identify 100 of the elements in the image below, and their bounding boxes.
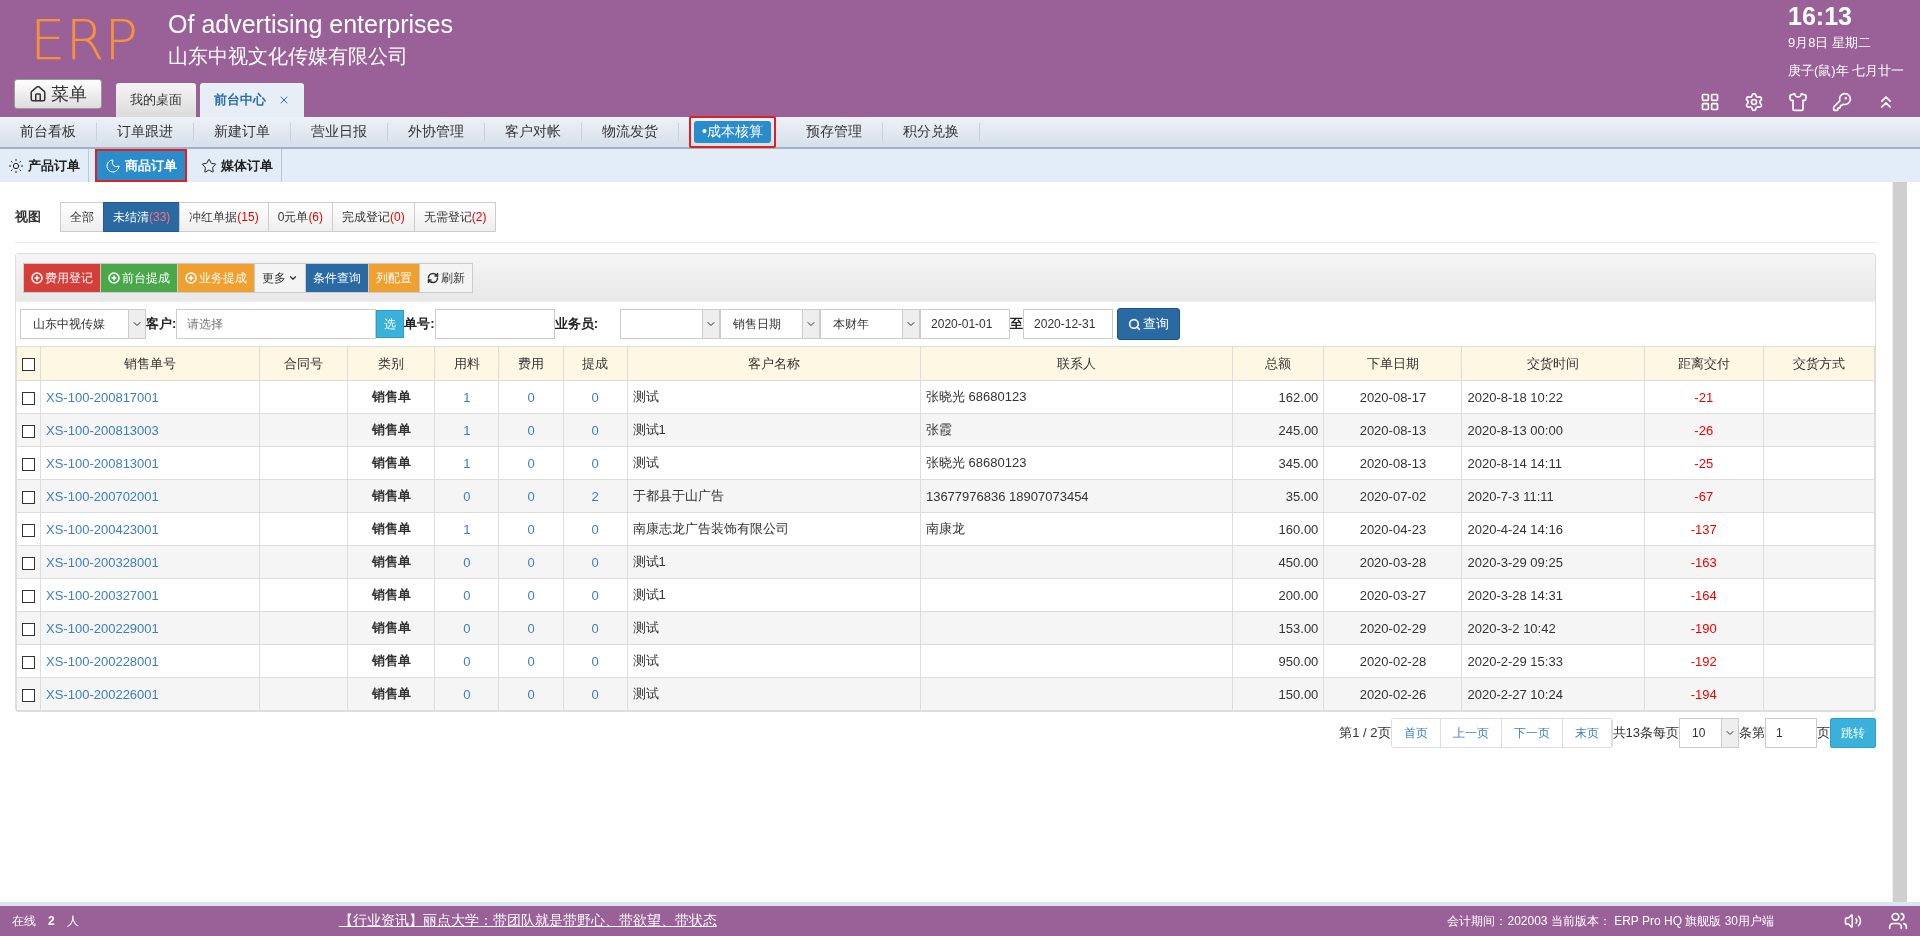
column-header[interactable]: 联系人 [920,346,1233,381]
count-link[interactable]: 0 [527,587,535,603]
toolbar-button[interactable]: 更多 [254,263,306,293]
sub-tab[interactable]: 媒体订单 [193,149,282,182]
page-number-field[interactable]: 1 [1765,718,1817,748]
count-link[interactable]: 0 [591,422,599,438]
date-type-select[interactable]: 销售日期 [720,309,821,339]
count-link[interactable]: 0 [463,620,471,636]
count-link[interactable]: 0 [591,554,599,570]
count-link[interactable]: 0 [463,554,471,570]
count-link[interactable]: 0 [527,521,535,537]
column-header[interactable]: 销售单号 [40,346,260,381]
column-header[interactable]: 费用 [499,346,564,381]
view-filter-button[interactable]: 未结清(33) [103,202,181,232]
count-link[interactable]: 0 [463,686,471,702]
count-link[interactable]: 0 [591,653,599,669]
column-header[interactable]: 交货方式 [1763,346,1875,381]
column-header[interactable]: 距离交付 [1644,346,1764,381]
count-link[interactable]: 1 [463,455,471,471]
view-filter-button[interactable]: 完成登记(0) [332,202,415,232]
count-link[interactable]: 0 [591,389,599,405]
volume-icon[interactable] [1844,912,1862,930]
grid-icon[interactable] [1700,92,1720,112]
query-button[interactable]: 查询 [1117,308,1181,340]
users-icon[interactable] [1888,911,1908,931]
row-checkbox[interactable] [22,391,35,405]
count-link[interactable]: 0 [527,554,535,570]
column-header[interactable]: 交货时间 [1462,346,1645,381]
count-link[interactable]: 1 [463,389,471,405]
company-select[interactable]: 山东中视传媒 [20,309,146,339]
count-link[interactable]: 0 [527,488,535,504]
count-link[interactable]: 0 [591,455,599,471]
count-link[interactable]: 0 [527,620,535,636]
count-link[interactable]: 0 [463,653,471,669]
count-link[interactable]: 1 [463,422,471,438]
date-to-field[interactable]: 2020-12-31 [1023,309,1114,339]
nav-tab[interactable]: 前台看板 [0,123,97,141]
view-filter-button[interactable]: 0元单(6) [267,202,334,232]
row-checkbox[interactable] [22,655,35,669]
nav-tab[interactable]: •成本核算 [689,116,776,148]
page-tab[interactable]: 我的桌面 [116,83,196,117]
view-filter-button[interactable]: 无需登记(2) [413,202,497,232]
nav-tab[interactable]: 外协管理 [388,123,485,141]
order-number-field[interactable] [434,309,555,339]
column-header[interactable]: 用料 [434,346,499,381]
column-header[interactable]: 下单日期 [1323,346,1462,381]
row-checkbox[interactable] [22,424,35,438]
count-link[interactable]: 0 [591,587,599,603]
count-link[interactable]: 0 [527,422,535,438]
column-header[interactable]: 客户名称 [627,346,921,381]
row-checkbox[interactable] [22,523,35,537]
toolbar-button[interactable]: 条件查询 [305,263,369,293]
nav-tab[interactable]: 积分兑换 [882,123,980,141]
count-link[interactable]: 0 [591,620,599,636]
news-link[interactable]: 【行业资讯】丽点大学：带团队就是带野心、带欲望、带状态 [338,912,717,930]
count-link[interactable]: 0 [527,389,535,405]
settings-icon[interactable] [1744,92,1764,112]
shirt-icon[interactable] [1788,92,1808,112]
go-button[interactable]: 跳转 [1830,718,1876,748]
page-size-select[interactable]: 10 [1679,718,1739,748]
select-all-checkbox[interactable] [22,358,35,372]
count-link[interactable]: 0 [463,587,471,603]
close-icon[interactable] [278,94,290,106]
sub-tab[interactable]: 商品订单 [95,149,187,182]
toolbar-button[interactable]: 刷新 [419,263,473,293]
row-checkbox[interactable] [22,490,35,504]
nav-tab[interactable]: 订单跟进 [97,123,194,141]
count-link[interactable]: 2 [591,488,599,504]
column-header[interactable]: 合同号 [259,346,348,381]
column-header[interactable]: 类别 [347,346,435,381]
customer-field[interactable]: 请选择 [176,309,377,339]
count-link[interactable]: 1 [463,521,471,537]
menu-button[interactable]: 菜单 [14,79,102,109]
row-checkbox[interactable] [22,622,35,636]
column-header[interactable]: 总额 [1232,346,1324,381]
row-checkbox[interactable] [22,688,35,702]
pick-button[interactable]: 选 [376,310,405,338]
key-icon[interactable] [1832,92,1852,112]
nav-tab[interactable]: 新建订单 [194,123,291,141]
page-button[interactable]: 首页 [1391,719,1441,747]
view-filter-button[interactable]: 冲红单据(15) [179,202,269,232]
count-link[interactable]: 0 [591,521,599,537]
count-link[interactable]: 0 [527,455,535,471]
row-checkbox[interactable] [22,589,35,603]
nav-tab[interactable]: 营业日报 [291,123,388,141]
count-link[interactable]: 0 [527,653,535,669]
count-link[interactable]: 0 [527,686,535,702]
nav-tab[interactable]: 客户对帐 [485,123,582,141]
count-link[interactable]: 0 [463,488,471,504]
date-from-field[interactable]: 2020-01-01 [920,309,1011,339]
count-link[interactable]: 0 [591,686,599,702]
row-checkbox[interactable] [22,556,35,570]
view-filter-button[interactable]: 全部 [60,202,104,232]
period-select[interactable]: 本财年 [820,309,921,339]
scrollbar[interactable] [1892,182,1907,902]
nav-tab[interactable]: 物流发货 [582,123,679,141]
column-header[interactable]: 提成 [563,346,628,381]
toolbar-button[interactable]: 前台提成 [100,263,178,293]
page-tab[interactable]: 前台中心 [200,83,304,117]
toolbar-button[interactable]: 费用登记 [23,263,101,293]
